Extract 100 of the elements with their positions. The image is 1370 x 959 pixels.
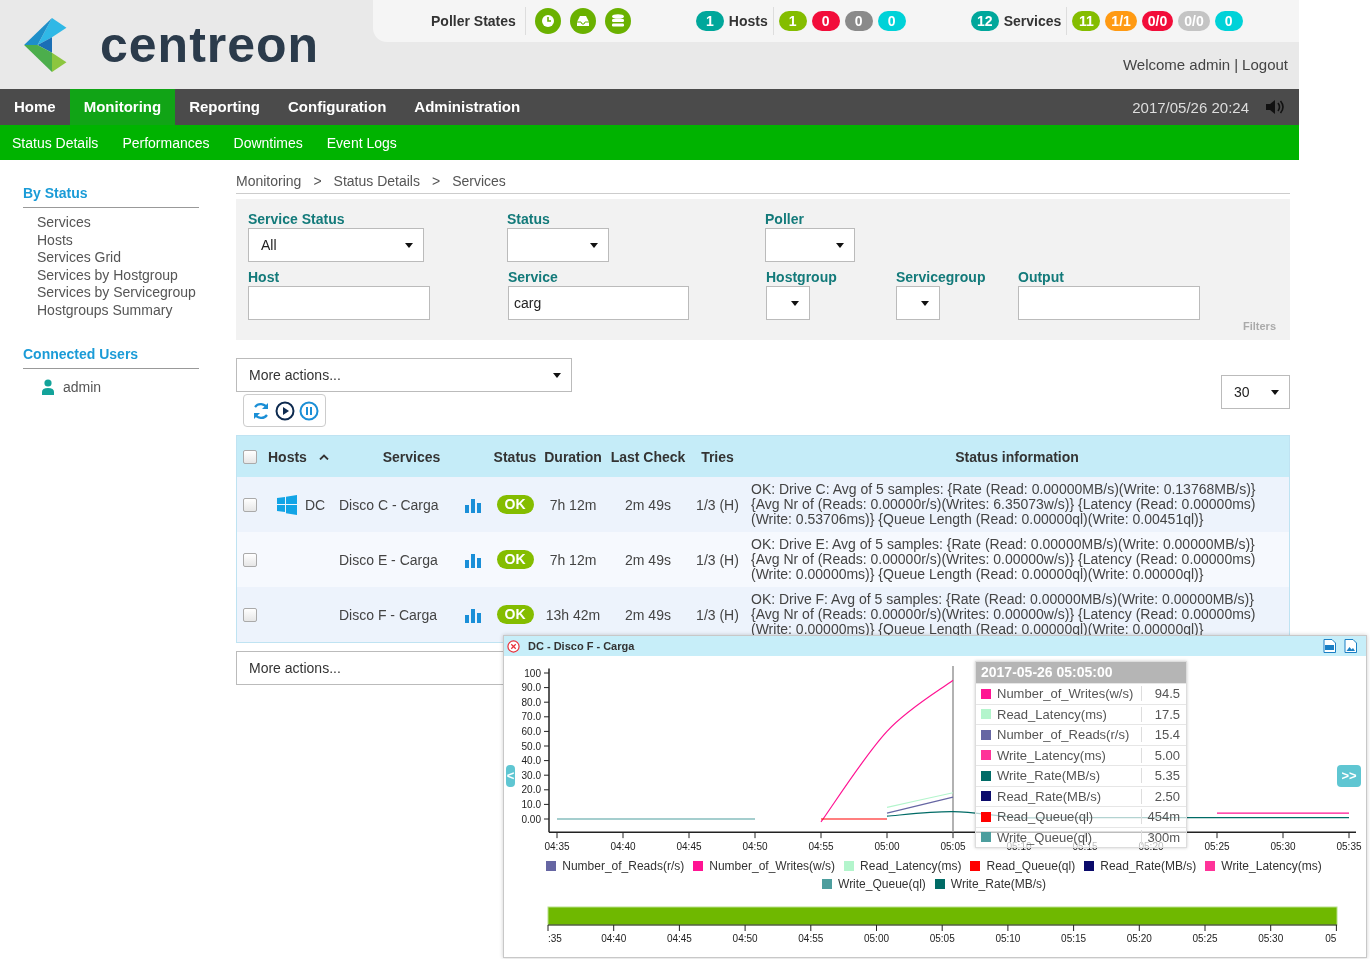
group-label: Hosts	[728, 13, 768, 29]
poller-states-label: Poller States	[431, 13, 516, 29]
input-field[interactable]	[248, 286, 430, 320]
breadcrumb-separator: >	[313, 173, 322, 191]
breadcrumb-link[interactable]: Monitoring	[236, 173, 302, 193]
input-field[interactable]	[1018, 286, 1200, 320]
caret-icon	[921, 300, 929, 306]
caret-icon	[836, 242, 844, 248]
column-header[interactable]: Status information	[745, 448, 1289, 465]
checkbox[interactable]	[243, 607, 257, 622]
column-header[interactable]: Duration	[540, 448, 606, 465]
bar-chart-icon[interactable]	[464, 496, 481, 513]
service-name[interactable]: Disco F - Carga	[333, 606, 455, 623]
bar-chart-icon[interactable]	[464, 606, 481, 623]
x-tick-label: 04:50	[742, 841, 768, 852]
group-label: Services	[1003, 13, 1062, 29]
breadcrumb-link[interactable]: Status Details	[333, 173, 420, 193]
x-tick-label: 05:25	[1204, 841, 1230, 852]
select-field[interactable]	[896, 286, 940, 320]
select-field[interactable]	[765, 228, 855, 262]
table-cell-text: 2m 49s	[624, 496, 672, 513]
legend-label[interactable]: Number_of_Writes(w/s)	[709, 858, 836, 874]
sidebar-link[interactable]: Services by Servicegroup	[37, 284, 196, 302]
filter-label: Poller	[765, 211, 804, 228]
nav-tab[interactable]: Administration	[400, 89, 535, 125]
table-cell-text: 2m 49s	[624, 606, 672, 623]
filter-label: Host	[248, 269, 280, 286]
column-header[interactable]: Services	[333, 448, 490, 465]
section-heading: By Status	[23, 185, 199, 208]
nav-tab[interactable]: Configuration	[274, 89, 401, 125]
y-tick-label: 30.0	[521, 769, 541, 781]
database-icon[interactable]	[604, 8, 631, 34]
checkbox[interactable]	[243, 497, 257, 512]
select-field[interactable]	[507, 228, 609, 262]
speaker-icon[interactable]	[1265, 99, 1285, 115]
count-badge[interactable]: 0	[811, 11, 840, 31]
user-name: admin	[63, 378, 102, 395]
series-name: Read_Rate(MB/s)	[997, 788, 1103, 804]
select-field[interactable]	[766, 286, 810, 320]
breadcrumb-separator: >	[431, 173, 441, 191]
logo-text: centreon	[100, 15, 320, 74]
y-tick-label: 20.0	[521, 784, 541, 796]
legend-label[interactable]: Write_Latency(ms)	[1221, 858, 1322, 874]
nav-tab[interactable]: Home	[0, 89, 70, 125]
sidebar-link[interactable]: Services Grid	[37, 249, 122, 267]
x-tick-label: 04:45	[676, 841, 702, 852]
bar-chart-icon[interactable]	[464, 551, 481, 568]
y-tick-label: 70.0	[521, 711, 541, 723]
legend-label[interactable]: Write_Rate(MB/s)	[950, 876, 1046, 892]
x-tick-label: 04:35	[544, 841, 570, 852]
series-name: Write_Latency(ms)	[997, 747, 1107, 763]
logout-link[interactable]: Logout	[1242, 56, 1288, 73]
timeline-label: :35	[548, 933, 562, 944]
legend-label[interactable]: Read_Latency(ms)	[860, 858, 962, 874]
count-badge[interactable]: 0/0	[1141, 11, 1174, 31]
checkbox[interactable]	[243, 449, 257, 464]
filter-label: Service Status	[248, 211, 345, 228]
clock-icon[interactable]	[534, 8, 561, 34]
sidebar-link[interactable]: Services	[37, 214, 91, 232]
y-tick-label: 50.0	[521, 740, 541, 752]
timeline-label: 05:10	[995, 933, 1021, 944]
tray-icon[interactable]	[569, 8, 596, 34]
service-name[interactable]: Disco E - Carga	[333, 551, 455, 568]
legend-label[interactable]: Read_Rate(MB/s)	[1100, 858, 1197, 874]
y-tick-label: 10.0	[521, 798, 541, 810]
sidebar-link[interactable]: Services by Hostgroup	[37, 266, 178, 285]
y-tick-label: 60.0	[521, 725, 541, 737]
csv-file-icon[interactable]	[1323, 639, 1336, 653]
host-name[interactable]: DC	[305, 496, 326, 513]
select-field[interactable]: All	[248, 228, 424, 262]
sidebar-link[interactable]: Hostgroups Summary	[37, 301, 173, 320]
caret-icon	[405, 242, 413, 248]
filter-label: Status	[507, 211, 550, 228]
page-size-select[interactable]: 30	[1221, 375, 1290, 409]
filter-label: Service	[508, 269, 558, 286]
series-value: 17.5	[1141, 706, 1186, 722]
close-icon[interactable]	[507, 639, 520, 653]
column-header[interactable]: Last Check	[606, 448, 690, 465]
more-actions-select[interactable]: More actions...	[236, 358, 572, 392]
legend-label[interactable]: Read_Queue(ql)	[986, 858, 1076, 874]
service-name[interactable]: Disco C - Carga	[333, 496, 455, 513]
status-badge: OK	[496, 495, 534, 514]
column-header[interactable]: Hosts	[262, 448, 333, 465]
legend-label[interactable]: Number_of_Reads(r/s)	[562, 858, 685, 874]
range-selector-bar[interactable]	[547, 906, 1338, 926]
column-header[interactable]: Status	[490, 448, 540, 465]
play-icon[interactable]	[274, 400, 295, 421]
checkbox[interactable]	[243, 552, 257, 567]
series-value: 2.50	[1141, 788, 1186, 804]
image-file-icon[interactable]	[1344, 639, 1357, 653]
series-name: Read_Latency(ms)	[997, 706, 1108, 722]
welcome-text: Welcome admin	[1122, 56, 1231, 73]
input-field[interactable]: carg	[508, 286, 689, 320]
column-header[interactable]: Tries	[690, 448, 745, 465]
nav-tab[interactable]: Reporting	[175, 89, 274, 125]
status-badge: OK	[496, 550, 534, 569]
legend-label[interactable]: Write_Queue(ql)	[838, 876, 926, 892]
sidebar-link[interactable]: Hosts	[37, 231, 73, 250]
series-value: 94.5	[1141, 686, 1186, 702]
breadcrumb-link[interactable]: Services	[452, 173, 506, 193]
